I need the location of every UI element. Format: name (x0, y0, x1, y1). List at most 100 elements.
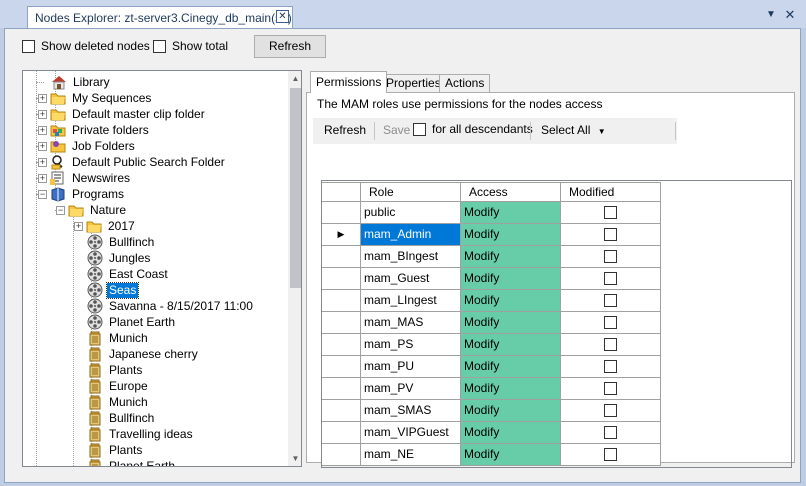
scrollbar-thumb[interactable] (290, 88, 301, 288)
role-cell[interactable]: mam_LIngest (361, 290, 461, 312)
collapse-icon[interactable]: − (56, 205, 65, 215)
role-cell[interactable]: mam_VIPGuest (361, 422, 461, 444)
access-cell[interactable]: Modify (461, 246, 561, 268)
scroll-down-icon[interactable]: ▼ (288, 451, 301, 466)
node-tree[interactable]: Library + My Sequences + Default master clip… (22, 70, 302, 467)
modified-checkbox[interactable] (604, 382, 617, 395)
tree-item[interactable]: Planet Earth (87, 314, 177, 330)
tree-item[interactable]: Jungles (87, 250, 152, 266)
modified-checkbox[interactable] (604, 448, 617, 461)
role-cell[interactable]: public (361, 202, 461, 224)
show-deleted-checkbox[interactable]: Show deleted nodes (22, 39, 150, 53)
row-header[interactable] (321, 378, 361, 400)
tree-item[interactable]: Munich (87, 330, 150, 346)
tree-scrollbar[interactable]: ▲ ▼ (288, 71, 301, 466)
modified-checkbox[interactable] (604, 228, 617, 241)
tree-item[interactable]: + Newswires (38, 170, 132, 186)
expand-icon[interactable]: + (38, 109, 47, 119)
tree-item[interactable]: Planet Earth (87, 458, 177, 466)
modified-checkbox[interactable] (604, 404, 617, 417)
access-cell[interactable]: Modify (461, 378, 561, 400)
scroll-up-icon[interactable]: ▲ (288, 71, 301, 86)
row-header[interactable] (321, 356, 361, 378)
role-cell[interactable]: mam_Admin (361, 224, 461, 246)
expand-icon[interactable]: + (38, 125, 47, 135)
column-header-role[interactable]: Role (361, 182, 461, 202)
role-cell[interactable]: mam_BIngest (361, 246, 461, 268)
access-cell[interactable]: Modify (461, 224, 561, 246)
modified-checkbox[interactable] (604, 272, 617, 285)
descendants-checkbox[interactable]: for all descendants (413, 122, 533, 136)
role-cell[interactable]: mam_PU (361, 356, 461, 378)
document-tab[interactable]: Nodes Explorer: zt-server3.Cinegy_db_mai… (27, 6, 293, 28)
column-header-modified[interactable]: Modified (561, 182, 661, 202)
row-header[interactable] (321, 422, 361, 444)
window-close-icon[interactable]: ✕ (783, 8, 797, 22)
expand-icon[interactable]: + (38, 173, 47, 183)
role-cell[interactable]: mam_PV (361, 378, 461, 400)
access-cell[interactable]: Modify (461, 268, 561, 290)
modified-checkbox[interactable] (604, 294, 617, 307)
tree-item[interactable]: Japanese cherry (87, 346, 200, 362)
tab-actions[interactable]: Actions (439, 74, 491, 92)
row-header[interactable] (321, 202, 361, 224)
tree-item[interactable]: East Coast (87, 266, 170, 282)
row-header[interactable] (321, 400, 361, 422)
access-cell[interactable]: Modify (461, 312, 561, 334)
row-header[interactable] (321, 246, 361, 268)
access-cell[interactable]: Modify (461, 290, 561, 312)
show-total-checkbox-box[interactable] (153, 39, 166, 53)
role-cell[interactable]: mam_SMAS (361, 400, 461, 422)
tree-item[interactable]: Munich (87, 394, 150, 410)
window-menu-icon[interactable]: ▼ (764, 8, 778, 22)
tree-item[interactable]: + Job Folders (38, 138, 137, 154)
show-deleted-checkbox-box[interactable] (22, 39, 35, 53)
toolbar-refresh-button[interactable]: Refresh (324, 123, 366, 137)
row-header[interactable] (321, 290, 361, 312)
access-cell[interactable]: Modify (461, 400, 561, 422)
row-header[interactable] (321, 312, 361, 334)
expand-icon[interactable]: + (38, 93, 47, 103)
tree-item[interactable]: Bullfinch (87, 234, 156, 250)
row-header[interactable]: ▶ (321, 224, 361, 246)
collapse-icon[interactable]: − (38, 189, 47, 199)
tree-item[interactable]: Seas (87, 281, 140, 299)
tab-close-icon[interactable]: ✕ (276, 10, 289, 23)
tree-item[interactable]: + Default master clip folder (38, 106, 207, 122)
modified-checkbox[interactable] (604, 426, 617, 439)
role-cell[interactable]: mam_PS (361, 334, 461, 356)
tree-item[interactable]: Plants (87, 442, 144, 458)
tree-item[interactable]: +2017 (74, 218, 137, 234)
modified-checkbox[interactable] (604, 338, 617, 351)
access-cell[interactable]: Modify (461, 422, 561, 444)
row-header[interactable] (321, 444, 361, 466)
expand-icon[interactable]: + (74, 221, 83, 231)
access-cell[interactable]: Modify (461, 334, 561, 356)
row-header[interactable] (321, 268, 361, 290)
permissions-grid[interactable]: Role Access Modified public Modify ▶ mam_Admin… (321, 182, 663, 466)
expand-icon[interactable]: + (38, 157, 47, 167)
show-total-checkbox[interactable]: Show total (153, 39, 228, 53)
modified-checkbox[interactable] (604, 360, 617, 373)
modified-checkbox[interactable] (604, 250, 617, 263)
tab-permissions[interactable]: Permissions (310, 71, 388, 93)
row-header[interactable] (321, 334, 361, 356)
refresh-button[interactable]: Refresh (254, 35, 326, 58)
tree-item[interactable]: Bullfinch (87, 410, 156, 426)
tree-item[interactable]: Travelling ideas (87, 426, 195, 442)
tree-item[interactable]: Library (51, 74, 112, 90)
tree-item[interactable]: + Private folders (38, 122, 151, 138)
access-cell[interactable]: Modify (461, 444, 561, 466)
modified-checkbox[interactable] (604, 206, 617, 219)
access-cell[interactable]: Modify (461, 202, 561, 224)
tree-item[interactable]: Europe (87, 378, 150, 394)
tree-item[interactable]: − Nature (56, 202, 128, 218)
tree-item[interactable]: Savanna - 8/15/2017 11:00 (87, 298, 255, 314)
column-header-access[interactable]: Access (461, 182, 561, 202)
descendants-checkbox-box[interactable] (413, 122, 426, 136)
toolbar-save-button[interactable]: Save (383, 123, 410, 137)
tree-item[interactable]: + My Sequences (38, 90, 153, 106)
access-cell[interactable]: Modify (461, 356, 561, 378)
modified-checkbox[interactable] (604, 316, 617, 329)
role-cell[interactable]: mam_NE (361, 444, 461, 466)
